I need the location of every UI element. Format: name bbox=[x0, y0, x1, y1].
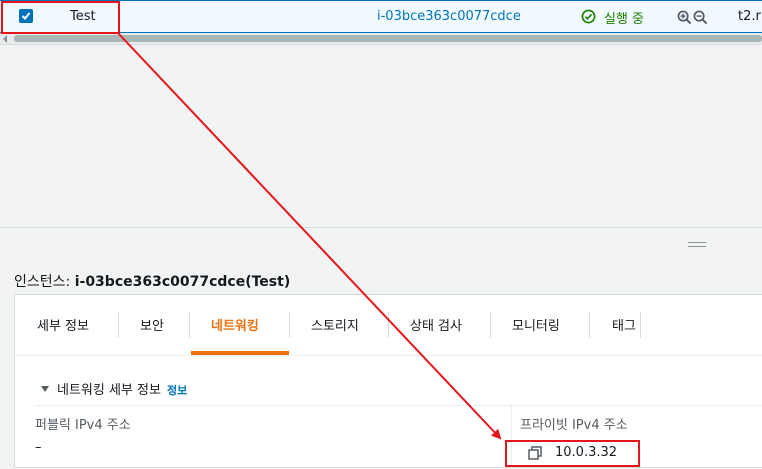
annotation-arrow bbox=[117, 32, 502, 440]
